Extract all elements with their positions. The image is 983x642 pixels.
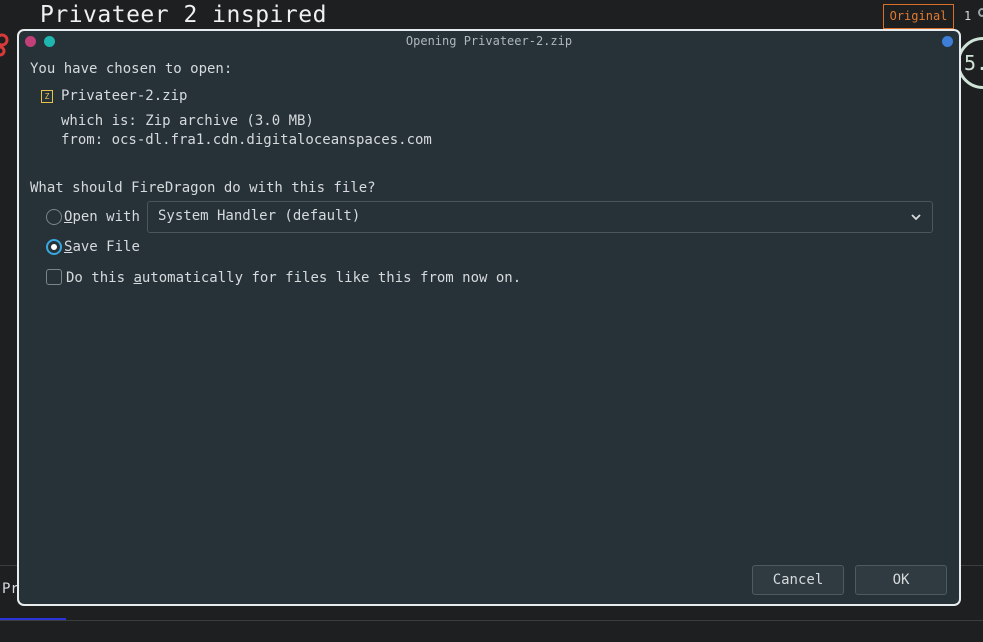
- save-file-label-rest: ave File: [72, 239, 140, 255]
- auto-action-checkbox[interactable]: [46, 269, 62, 285]
- cancel-button[interactable]: Cancel: [752, 565, 844, 595]
- open-with-label[interactable]: Open with: [64, 209, 140, 225]
- download-dialog: Opening Privateer-2.zip You have chosen …: [17, 29, 961, 606]
- zip-archive-icon: Z: [41, 90, 53, 103]
- handler-select[interactable]: System Handler (default): [147, 201, 933, 233]
- dialog-titlebar[interactable]: Opening Privateer-2.zip: [19, 31, 959, 53]
- action-question: What should FireDragon do with this file…: [30, 180, 376, 196]
- save-file-radio[interactable]: [46, 239, 62, 255]
- auto-action-accesskey: a: [133, 270, 142, 286]
- auto-action-label-after: utomatically for files like this from no…: [141, 270, 522, 286]
- open-with-radio[interactable]: [46, 209, 62, 225]
- save-file-label[interactable]: Save File: [64, 239, 140, 255]
- bottom-divider: [0, 620, 983, 621]
- dialog-title: Opening Privateer-2.zip: [405, 34, 573, 48]
- open-with-label-rest: pen with: [72, 209, 140, 225]
- file-name: Privateer-2.zip: [61, 88, 188, 104]
- comment-count: 1: [964, 9, 972, 23]
- file-type-info: which is: Zip archive (3.0 MB): [61, 113, 314, 129]
- chosen-to-open-label: You have chosen to open:: [30, 61, 233, 77]
- maximize-window-icon[interactable]: [942, 36, 953, 47]
- artwork-fragment: [0, 33, 9, 57]
- ok-button[interactable]: OK: [855, 565, 947, 595]
- comment-icon: [978, 8, 983, 17]
- page-title: Privateer 2 inspired: [40, 2, 327, 28]
- handler-select-value: System Handler (default): [158, 208, 361, 224]
- auto-action-label-before: Do this: [66, 270, 134, 286]
- original-badge[interactable]: Original: [883, 4, 954, 29]
- chevron-down-icon: [911, 214, 921, 221]
- auto-action-label[interactable]: Do this automatically for files like thi…: [66, 270, 521, 286]
- file-source-info: from: ocs-dl.fra1.cdn.digitaloceanspaces…: [61, 132, 432, 148]
